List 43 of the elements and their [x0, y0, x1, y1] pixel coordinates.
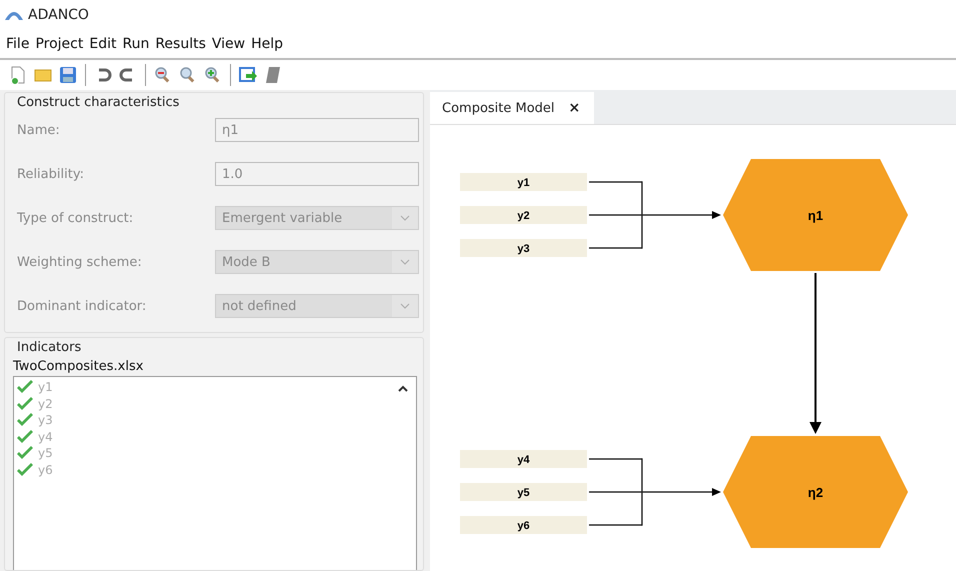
- field-label: Dominant indicator:: [17, 298, 148, 314]
- caret-icon: [400, 303, 410, 309]
- menu-item[interactable]: Help: [251, 36, 284, 52]
- caret-icon: [400, 215, 410, 221]
- construct-node: η1: [723, 159, 908, 271]
- tab[interactable]: Composite Model ×: [430, 92, 594, 124]
- indicator-node: y2: [460, 206, 587, 224]
- indicator-node: y1: [460, 173, 587, 191]
- indicator-item[interactable]: y2: [38, 396, 53, 411]
- construct-node: η2: [723, 436, 908, 548]
- indicator-item[interactable]: y5: [38, 446, 53, 460]
- input-field[interactable]: 1.0: [215, 162, 419, 186]
- dropdown[interactable]: Mode B: [215, 250, 419, 274]
- indicator-item[interactable]: y3: [38, 413, 53, 428]
- menu-item[interactable]: Project: [35, 36, 84, 52]
- field-label: Weighting scheme:: [17, 254, 143, 270]
- file-name: TwoComposites.xlsx: [12, 358, 144, 376]
- dropdown[interactable]: Emergent variable: [215, 206, 419, 230]
- dropdown[interactable]: not defined: [215, 294, 419, 318]
- caret-icon: [400, 259, 410, 265]
- indicator-node: y6: [460, 516, 587, 534]
- menu-item[interactable]: File: [6, 36, 30, 52]
- indicator-node: y3: [460, 239, 587, 257]
- menu-item[interactable]: Results: [155, 36, 206, 52]
- menu-item[interactable]: Run: [122, 36, 150, 52]
- input-field[interactable]: η1: [215, 118, 419, 142]
- indicator-node: y4: [460, 450, 587, 468]
- field-label: Reliability:: [17, 166, 85, 182]
- indicator-item[interactable]: y4: [38, 430, 53, 444]
- scroll-up-icon[interactable]: [398, 385, 408, 392]
- close-icon[interactable]: ×: [568, 100, 580, 116]
- field-label: Name:: [17, 122, 61, 138]
- export-icon[interactable]: [238, 65, 258, 85]
- menu-item[interactable]: View: [212, 36, 246, 52]
- panel-title: Indicators: [16, 339, 82, 355]
- menu-item[interactable]: Edit: [89, 36, 116, 52]
- indicator-item[interactable]: y6: [38, 462, 53, 477]
- save-icon[interactable]: [58, 65, 78, 85]
- field-label: Type of construct:: [17, 210, 134, 226]
- panel-title: Construct characteristics: [16, 94, 180, 110]
- indicator-item[interactable]: y1: [38, 380, 53, 394]
- indicator-node: y5: [460, 483, 587, 501]
- window-title: ADANCO: [28, 7, 89, 23]
